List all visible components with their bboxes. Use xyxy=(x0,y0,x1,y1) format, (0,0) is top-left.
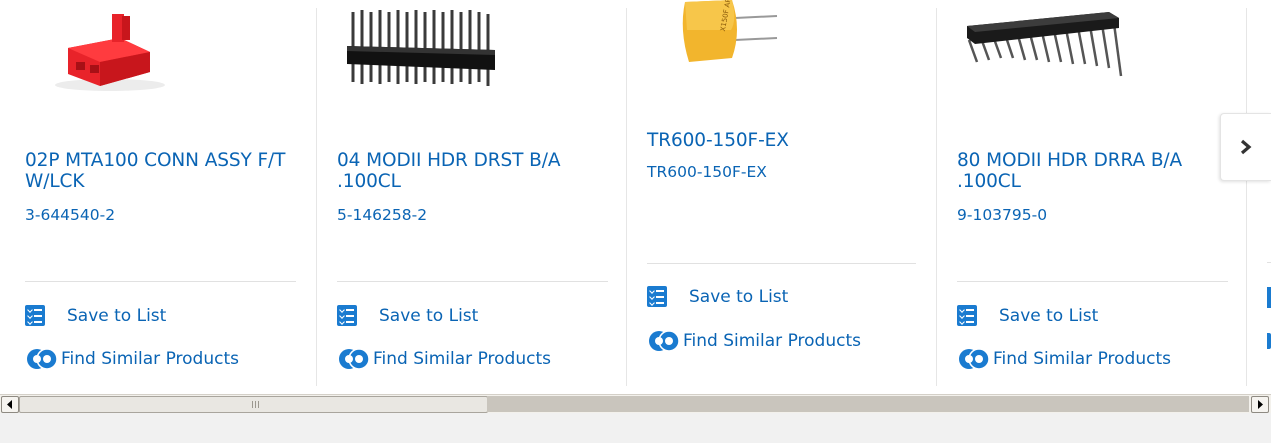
scroll-right-button[interactable] xyxy=(1251,396,1269,413)
product-title[interactable]: TR600-150F-EX xyxy=(647,130,927,151)
card-divider xyxy=(337,281,608,282)
page-footer-area xyxy=(0,413,1271,443)
find-similar-button[interactable]: Find Similar Products xyxy=(337,347,551,371)
triangle-right-icon xyxy=(1258,400,1263,409)
find-similar-label: Find Similar Products xyxy=(61,349,239,369)
scrollbar-thumb[interactable] xyxy=(19,396,488,413)
product-card: 80 MODII HDR DRRA B/A .100CL 9-103795-0 … xyxy=(937,0,1247,385)
product-card: 04 MODII HDR DRST B/A .100CL 5-146258-2 … xyxy=(317,0,627,385)
card-divider xyxy=(957,281,1228,282)
similar-products-icon xyxy=(957,347,991,371)
save-to-list-button[interactable]: Save to List xyxy=(25,305,166,326)
checklist-icon xyxy=(647,286,667,307)
scrollbar-track[interactable] xyxy=(487,396,1249,412)
save-to-list-button[interactable]: Save to List xyxy=(647,286,788,307)
card-divider xyxy=(647,263,916,264)
save-to-list-button[interactable]: Save to List xyxy=(957,305,1098,326)
product-card: X150F APC1 TR600-150F-EX TR600-150F-EX S… xyxy=(627,0,937,385)
find-similar-button[interactable]: Find Similar Products xyxy=(647,329,861,353)
product-image[interactable]: X150F APC1 xyxy=(627,0,937,130)
product-title[interactable]: 80 MODII HDR DRRA B/A .100CL xyxy=(957,150,1237,192)
save-to-list-label: Save to List xyxy=(379,305,479,326)
horizontal-scrollbar[interactable] xyxy=(0,394,1271,414)
chevron-right-icon xyxy=(1240,139,1252,155)
part-number[interactable]: 3-644540-2 xyxy=(25,205,115,225)
similar-products-icon xyxy=(647,329,681,353)
triangle-left-icon xyxy=(7,400,12,409)
product-card-partial xyxy=(1247,0,1271,385)
part-number[interactable]: 9-103795-0 xyxy=(957,205,1047,225)
save-to-list-button[interactable]: Save to List xyxy=(337,305,478,326)
find-similar-button[interactable]: Find Similar Products xyxy=(957,347,1171,371)
similar-products-icon[interactable] xyxy=(1267,333,1271,349)
scrollbar-grip xyxy=(252,401,260,408)
save-to-list-label: Save to List xyxy=(999,305,1099,326)
product-card: 02P MTA100 CONN ASSY F/T W/LCK 3-644540-… xyxy=(0,0,310,385)
find-similar-label: Find Similar Products xyxy=(683,331,861,351)
checklist-icon xyxy=(25,305,45,326)
product-title[interactable]: 04 MODII HDR DRST B/A .100CL xyxy=(337,150,617,192)
part-number[interactable]: TR600-150F-EX xyxy=(647,162,767,182)
find-similar-label: Find Similar Products xyxy=(993,349,1171,369)
product-title[interactable]: 02P MTA100 CONN ASSY F/T W/LCK xyxy=(25,150,295,192)
product-image[interactable] xyxy=(937,0,1247,130)
save-to-list-label: Save to List xyxy=(689,286,789,307)
save-to-list-label: Save to List xyxy=(67,305,167,326)
part-number[interactable]: 5-146258-2 xyxy=(337,205,427,225)
checklist-icon xyxy=(957,305,977,326)
product-image[interactable] xyxy=(317,0,627,130)
find-similar-label: Find Similar Products xyxy=(373,349,551,369)
card-divider xyxy=(1267,262,1271,263)
similar-products-icon xyxy=(25,347,59,371)
carousel-next-button[interactable] xyxy=(1220,113,1271,181)
find-similar-button[interactable]: Find Similar Products xyxy=(25,347,239,371)
checklist-icon[interactable] xyxy=(1267,287,1271,308)
checklist-icon xyxy=(337,305,357,326)
card-divider xyxy=(25,281,296,282)
scroll-left-button[interactable] xyxy=(1,396,19,413)
product-image[interactable] xyxy=(0,0,310,130)
product-carousel: 02P MTA100 CONN ASSY F/T W/LCK 3-644540-… xyxy=(0,0,1271,390)
similar-products-icon xyxy=(337,347,371,371)
